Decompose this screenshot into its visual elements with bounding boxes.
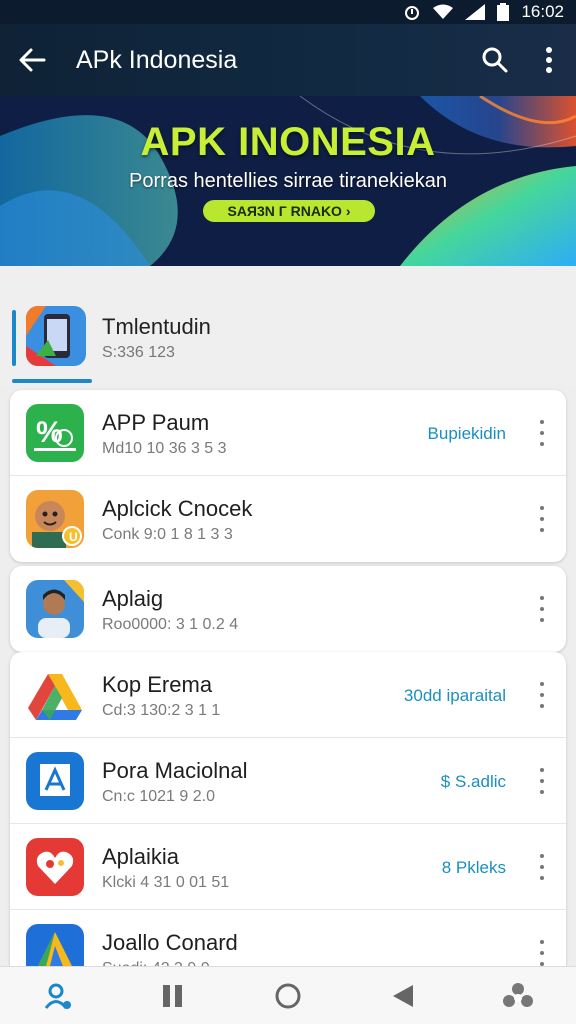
more-vert-icon[interactable] — [532, 940, 552, 966]
selected-app-sub: S:336 123 — [102, 344, 175, 361]
battery-icon — [497, 3, 510, 21]
app-name: APP Paum — [102, 410, 210, 435]
app-bar: APk Indonesia — [0, 24, 576, 96]
selection-underline — [12, 379, 92, 383]
store-app-icon — [26, 752, 84, 810]
app-name: Pora Maciolnal — [102, 758, 248, 783]
more-vert-icon[interactable] — [532, 854, 552, 880]
back-triangle-icon — [393, 984, 414, 1007]
alarm-icon — [403, 3, 421, 21]
search-icon — [482, 47, 508, 73]
list-item[interactable]: % APP Paum Md10 10 36 3 5 3 Bupiekidin — [10, 390, 566, 476]
selected-app-item[interactable]: Tmlentudin S:336 123 — [0, 266, 576, 386]
selected-app-name: Tmlentudin — [102, 314, 211, 339]
banner-title: APK INONESIA — [140, 120, 436, 164]
bottom-navigation — [0, 966, 576, 1024]
home-circle-icon — [275, 983, 301, 1008]
more-vert-icon[interactable] — [532, 506, 552, 532]
app-name: Aplcick Cnocek — [102, 496, 253, 521]
recents-button[interactable] — [143, 967, 203, 1024]
more-vert-icon[interactable] — [532, 682, 552, 708]
signal-icon — [465, 4, 486, 20]
search-button[interactable] — [468, 24, 522, 96]
app-name: Aplaig — [102, 586, 164, 611]
app-status: Bupiekidin — [427, 424, 506, 443]
more-vert-icon[interactable] — [532, 596, 552, 622]
wifi-icon — [433, 4, 454, 20]
app-card: Kop Erema Cd:3 130:2 3 1 1 30dd iparaita… — [10, 652, 566, 996]
more-vert-icon[interactable] — [532, 768, 552, 794]
app-name: Joallo Conard — [102, 930, 238, 955]
app-meta: Cn:c 1021 9 2.0 — [102, 788, 215, 805]
settings-cluster-icon — [503, 982, 534, 1007]
banner-cta-button[interactable]: SAЯ3N Г RNAKO › — [203, 200, 375, 222]
app-meta: Roo0000: 3 1 0.2 4 — [102, 616, 239, 633]
app-status: $ S.adlic — [440, 772, 506, 791]
page-title: APk Indonesia — [76, 45, 238, 74]
person-app-icon — [26, 580, 84, 638]
svg-text:U: U — [69, 530, 78, 544]
list-item[interactable]: Aplaikia Klcki 4 31 0 01 51 8 Pkleks — [10, 824, 566, 910]
promo-banner[interactable]: APK INONESIA Porras hentellies sirrae ti… — [0, 96, 576, 266]
status-time: 16:02 — [521, 2, 564, 21]
home-button[interactable] — [258, 967, 318, 1024]
app-meta: Conk 9:0 1 8 1 3 3 — [102, 526, 233, 543]
list-item[interactable]: Kop Erema Cd:3 130:2 3 1 1 30dd iparaita… — [10, 652, 566, 738]
app-status: 8 Pkleks — [441, 858, 506, 877]
list-item[interactable]: Pora Maciolnal Cn:c 1021 9 2.0 $ S.adlic — [10, 738, 566, 824]
arrow-left-icon — [19, 48, 46, 72]
app-card: % APP Paum Md10 10 36 3 5 3 Bupiekidin U… — [10, 390, 566, 562]
app-card: Aplaig Roo0000: 3 1 0.2 4 — [10, 566, 566, 652]
percent-app-icon: % — [26, 404, 84, 462]
app-name: Aplaikia — [102, 844, 180, 869]
list-item[interactable]: Aplaig Roo0000: 3 1 0.2 4 — [10, 566, 566, 652]
status-bar: 16:02 — [0, 0, 576, 24]
list-item[interactable]: U Aplcick Cnocek Conk 9:0 1 8 1 3 3 — [10, 476, 566, 562]
drive-app-icon — [26, 666, 84, 724]
people-button[interactable] — [28, 967, 88, 1024]
settings-button[interactable] — [488, 967, 548, 1024]
pause-icon — [162, 984, 182, 1007]
app-meta: Klcki 4 31 0 01 51 — [102, 874, 230, 891]
app-name: Kop Erema — [102, 672, 213, 697]
more-vert-icon[interactable] — [532, 420, 552, 446]
back-nav-button[interactable] — [373, 967, 433, 1024]
heart-app-icon — [26, 838, 84, 896]
phone-app-icon — [26, 306, 86, 366]
banner-subtitle: Porras hentellies sirrae tiranekiekan — [129, 170, 447, 192]
back-button[interactable] — [0, 24, 64, 96]
overflow-menu-button[interactable] — [522, 24, 576, 96]
app-meta: Md10 10 36 3 5 3 — [102, 440, 227, 457]
more-vert-icon — [546, 47, 552, 73]
selection-indicator — [12, 310, 16, 366]
app-meta: Cd:3 130:2 3 1 1 — [102, 702, 221, 719]
app-status: 30dd iparaital — [403, 686, 506, 705]
people-icon — [44, 983, 71, 1009]
character-app-icon: U — [26, 490, 84, 548]
